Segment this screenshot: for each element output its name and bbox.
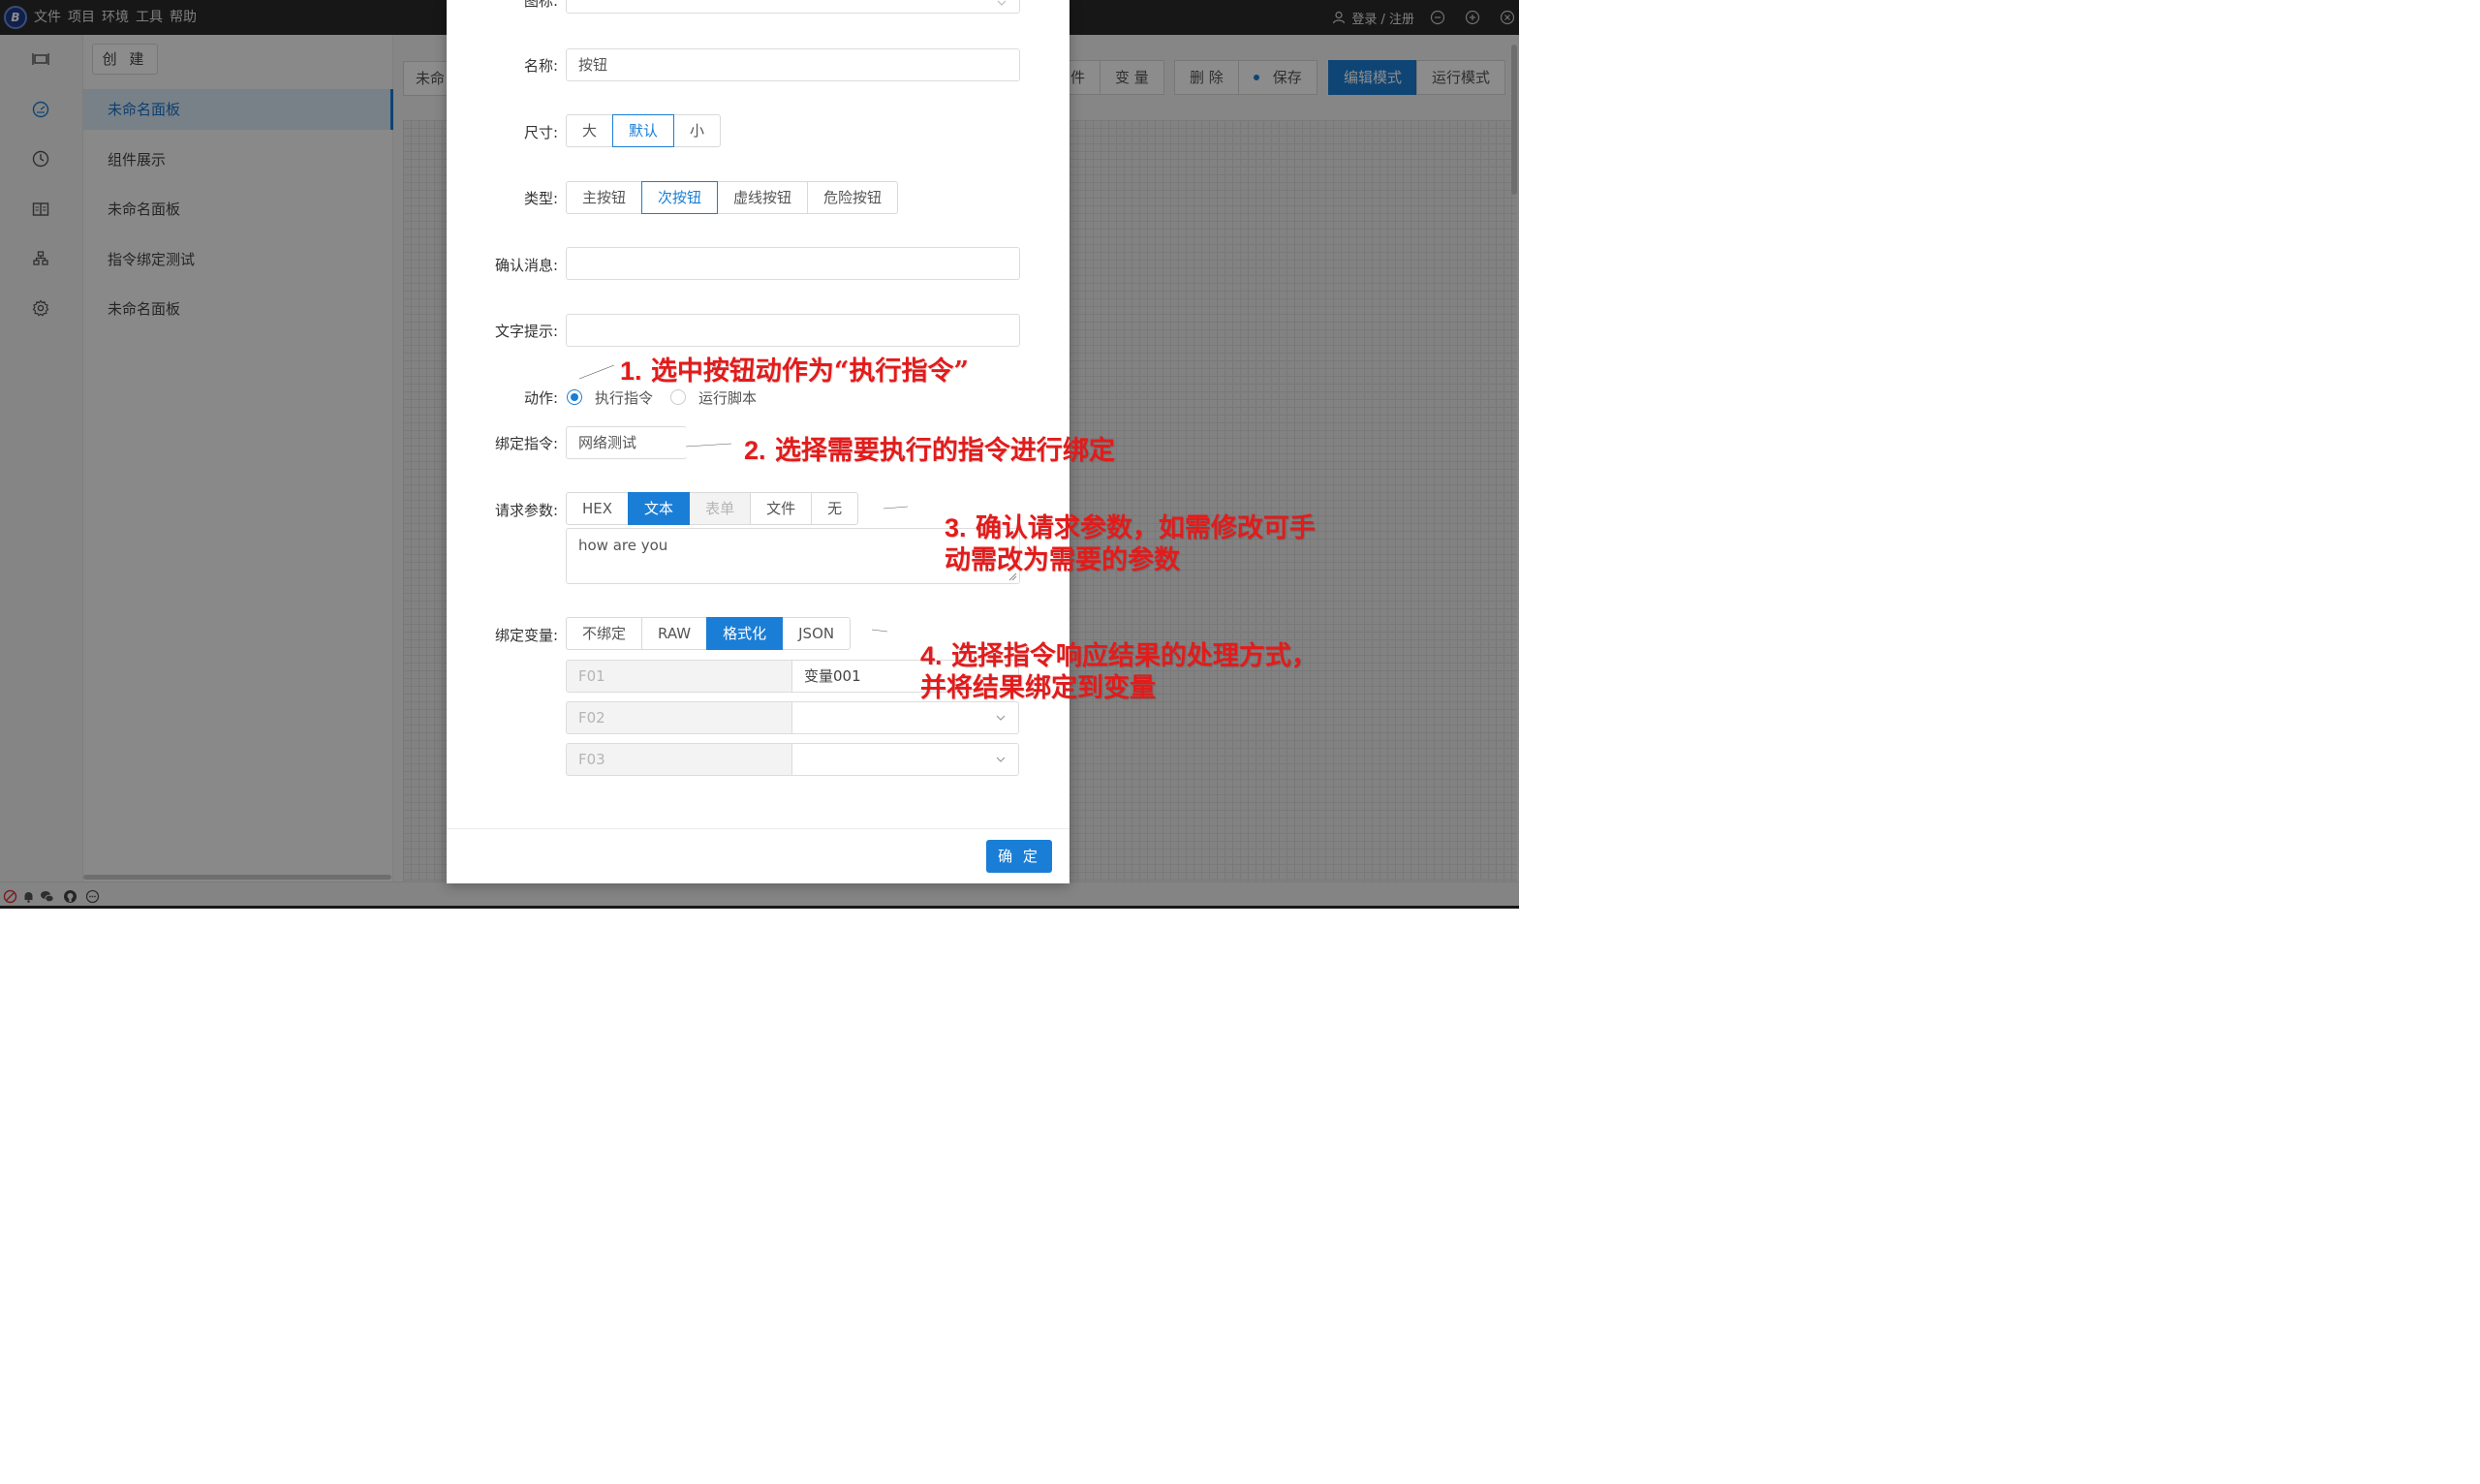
bind-command-label: 绑定指令: xyxy=(494,435,558,452)
params-file-option[interactable]: 文件 xyxy=(750,492,813,525)
variable-key-f01: F01 xyxy=(566,660,792,693)
variable-row-f02: F02 xyxy=(566,701,1019,734)
bind-none-option[interactable]: 不绑定 xyxy=(566,617,643,650)
chevron-down-icon xyxy=(996,715,1006,721)
variable-row-f03: F03 xyxy=(566,743,1019,776)
type-danger-option[interactable]: 危险按钮 xyxy=(807,181,899,214)
chevron-down-icon xyxy=(997,0,1007,6)
bind-formatted-option[interactable]: 格式化 xyxy=(706,617,784,650)
params-form-option: 表单 xyxy=(689,492,752,525)
bind-variable-segmented: 不绑定 RAW 格式化 JSON xyxy=(566,617,852,650)
arrow-step-4-icon xyxy=(867,626,888,634)
action-execute-label[interactable]: 执行指令 xyxy=(595,387,653,408)
action-script-radio[interactable] xyxy=(670,389,686,405)
action-execute-radio[interactable] xyxy=(567,389,582,405)
tooltip-input[interactable] xyxy=(566,314,1020,347)
size-small-option[interactable]: 小 xyxy=(673,114,722,147)
params-text-option[interactable]: 文本 xyxy=(628,492,691,525)
variable-select-f03[interactable] xyxy=(792,743,1019,776)
request-params-label: 请求参数: xyxy=(494,502,558,519)
arrow-step-3-icon xyxy=(879,504,909,512)
params-none-option[interactable]: 无 xyxy=(811,492,859,525)
tooltip-label: 文字提示: xyxy=(494,323,558,340)
variable-select-f02[interactable] xyxy=(792,701,1019,734)
request-params-segmented: HEX 文本 表单 文件 无 xyxy=(566,492,859,525)
chevron-down-icon xyxy=(996,757,1006,762)
icon-label: 图标: xyxy=(523,0,558,10)
type-segmented: 主按钮 次按钮 虚线按钮 危险按钮 xyxy=(566,181,899,214)
name-input[interactable]: 按钮 xyxy=(566,48,1020,81)
request-params-text: how are you xyxy=(578,537,668,554)
type-dashed-option[interactable]: 虚线按钮 xyxy=(717,181,809,214)
variable-key-f03: F03 xyxy=(566,743,792,776)
name-label: 名称: xyxy=(523,57,558,75)
icon-select[interactable] xyxy=(566,0,1020,14)
type-label: 类型: xyxy=(523,190,558,207)
dialog-footer-divider xyxy=(447,828,1070,829)
params-hex-option[interactable]: HEX xyxy=(566,492,630,525)
arrow-step-1-icon xyxy=(576,364,615,381)
confirm-message-label: 确认消息: xyxy=(494,257,558,274)
action-script-label[interactable]: 运行脚本 xyxy=(698,387,757,408)
bind-command-select[interactable]: 网络测试 xyxy=(566,426,687,459)
confirm-message-input[interactable] xyxy=(566,247,1020,280)
bind-json-option[interactable]: JSON xyxy=(782,617,852,650)
variable-key-f02: F02 xyxy=(566,701,792,734)
arrow-step-2-icon xyxy=(680,442,732,450)
size-large-option[interactable]: 大 xyxy=(566,114,614,147)
bind-variable-label: 绑定变量: xyxy=(494,627,558,644)
annotation-step-3-line2: 动需改为需要的参数 xyxy=(945,545,1180,575)
size-default-option[interactable]: 默认 xyxy=(612,114,675,147)
bind-raw-option[interactable]: RAW xyxy=(641,617,708,650)
annotation-step-4-line2: 并将结果绑定到变量 xyxy=(920,673,1156,703)
action-label: 动作: xyxy=(523,389,558,407)
type-secondary-option[interactable]: 次按钮 xyxy=(641,181,719,214)
type-primary-option[interactable]: 主按钮 xyxy=(566,181,643,214)
ok-button[interactable]: 确 定 xyxy=(986,840,1052,873)
annotation-step-2: 2. 选择需要执行的指令进行绑定 xyxy=(744,436,1115,466)
size-label: 尺寸: xyxy=(523,124,558,141)
annotation-step-1: 1. 选中按钮动作为“执行指令” xyxy=(620,356,969,386)
size-segmented: 大 默认 小 xyxy=(566,114,722,147)
